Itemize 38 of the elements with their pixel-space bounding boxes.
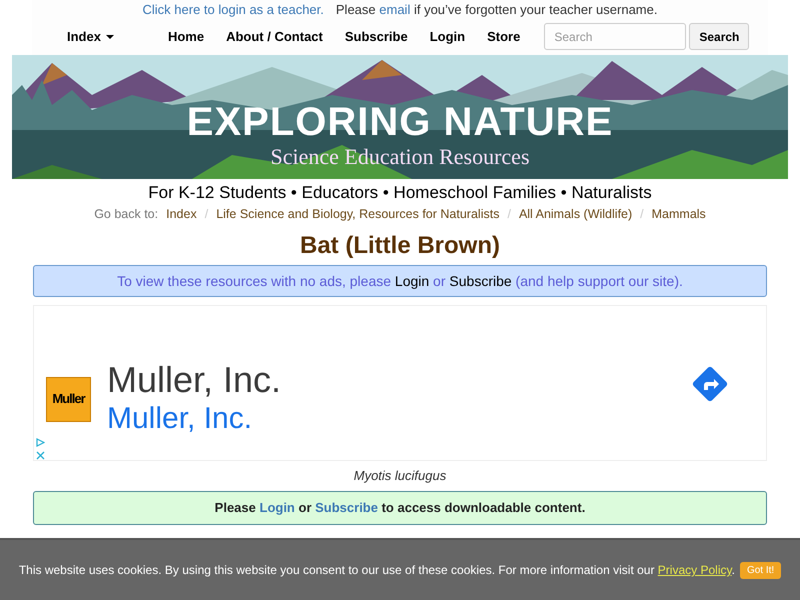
index-menu[interactable]: Index: [67, 26, 114, 46]
teacher-login-link[interactable]: Click here to login as a teacher.: [142, 0, 324, 20]
close-icon[interactable]: [36, 451, 45, 460]
notice-link[interactable]: Subscribe: [449, 270, 512, 292]
search-field[interactable]: Search: [544, 23, 686, 50]
email-link[interactable]: email: [379, 2, 410, 18]
page-title: Bat (Little Brown): [299, 232, 501, 260]
tagline: For K-12 Students • Educators • Homeschool Families • Naturalists: [147, 182, 653, 204]
banner-title: EXPLORING NATURE: [186, 99, 614, 145]
privacy-policy-link[interactable]: Privacy Policy: [658, 563, 732, 577]
breadcrumb-link[interactable]: All Animals (Wildlife): [518, 205, 632, 223]
caret-icon: [106, 34, 114, 38]
breadcrumb-separator: /: [204, 206, 208, 223]
ad-logo: Muller: [46, 376, 91, 422]
ad-link[interactable]: Muller, Inc.: [107, 400, 282, 438]
adchoices-icon[interactable]: [36, 438, 45, 447]
nav-link[interactable]: Login: [430, 26, 466, 46]
notice-link[interactable]: Subscribe: [315, 498, 378, 518]
search-button[interactable]: Search: [689, 23, 750, 50]
username-help-text: Please email if you’ve forgotten your teacher username.: [336, 1, 658, 20]
nav-link[interactable]: Store: [487, 26, 520, 46]
breadcrumb-separator: /: [507, 206, 511, 223]
breadcrumb-link[interactable]: Mammals: [652, 205, 706, 223]
breadcrumb-label: Go back to:: [94, 206, 158, 223]
caption: Myotis lucifugus: [352, 468, 448, 484]
breadcrumb-link[interactable]: Index: [166, 205, 197, 223]
notice-link[interactable]: Login: [394, 270, 430, 292]
download-notice: Please Login or Subscribe to access downloadable content.: [33, 491, 767, 525]
nav-link[interactable]: Home: [168, 26, 204, 46]
banner-subtitle: Science Education Resources: [270, 145, 530, 169]
nav-link[interactable]: About / Contact: [226, 26, 323, 46]
ad-free-notice: To view these resources with no ads, please Login or Subscribe (and help support our site).: [33, 265, 767, 297]
breadcrumb-link[interactable]: Life Science and Biology, Resources for Naturalists: [216, 205, 500, 223]
nav-link[interactable]: Subscribe: [344, 26, 408, 46]
notice-link[interactable]: Login: [260, 498, 295, 518]
cookie-message: This website uses cookies. By using this website you consent to our use of these cookies. For more information visit our Privacy Policy.: [18, 562, 735, 579]
ad-headline: Muller, Inc.: [107, 360, 282, 400]
breadcrumb-separator: /: [640, 206, 644, 223]
